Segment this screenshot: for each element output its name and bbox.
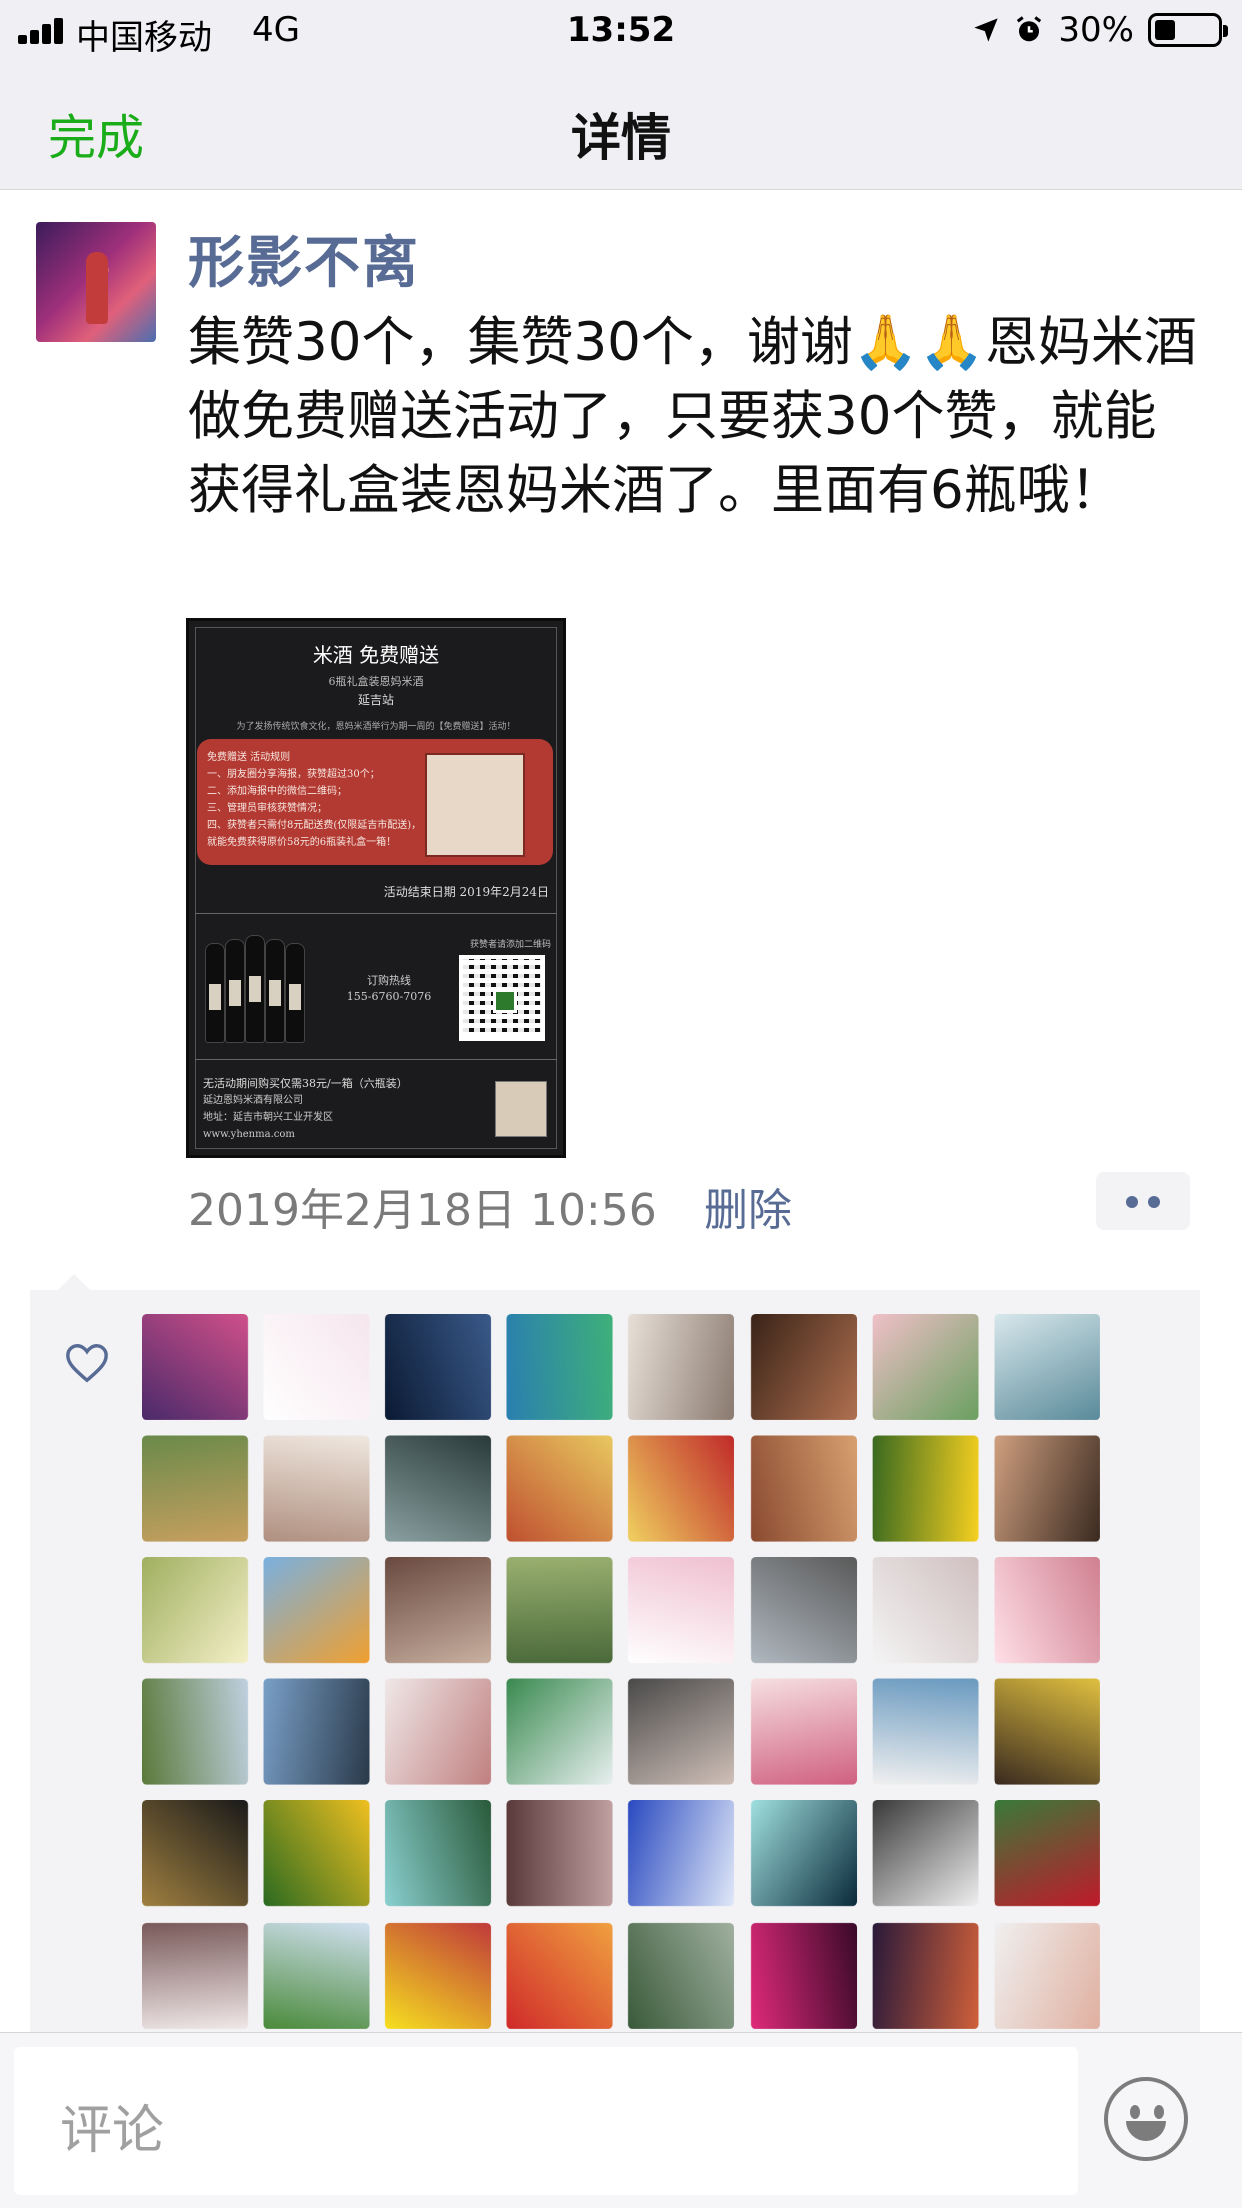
liker-avatar[interactable] (872, 1800, 978, 1907)
liker-avatar[interactable] (263, 1557, 370, 1664)
liker-avatar[interactable] (872, 1435, 978, 1542)
liker-avatar[interactable] (263, 1314, 370, 1420)
liker-avatar[interactable] (628, 1314, 735, 1420)
liker-avatar[interactable] (507, 1314, 613, 1420)
liker-avatar[interactable] (628, 1679, 735, 1785)
poster-rules-panel: 免费赠送 活动规则 一、朋友圈分享海报，获赞超过30个； 二、添加海报中的微信二… (197, 739, 553, 865)
liker-avatar[interactable] (750, 1800, 857, 1907)
liker-avatar[interactable] (263, 1800, 370, 1907)
liker-avatar[interactable] (750, 1557, 857, 1664)
liker-avatar[interactable] (142, 1800, 248, 1907)
liker-avatar[interactable] (142, 1922, 248, 2029)
liker-avatar[interactable] (993, 1314, 1100, 1420)
liker-avatar[interactable] (263, 1435, 370, 1542)
liker-avatar[interactable] (628, 1435, 735, 1542)
liker-avatar[interactable] (507, 1435, 613, 1542)
liker-avatar[interactable] (628, 1922, 735, 2029)
battery-percent: 30% (1058, 10, 1134, 50)
liker-avatar[interactable] (872, 1557, 978, 1664)
poster-hotline: 订购热线 155-6760-7076 (346, 974, 432, 1003)
qr-code (459, 955, 545, 1041)
liker-avatar[interactable] (385, 1679, 492, 1785)
poster-qr-label: 获赞者请添加二维码 (469, 940, 551, 950)
bottles-image (205, 933, 315, 1043)
page-title: 详情 (571, 109, 671, 167)
poster-footer: 无活动期间购买仅需38元/一箱（六瓶装） 延边恩妈米酒有限公司 地址：延吉市朝兴… (203, 1077, 408, 1140)
alarm-icon (1017, 16, 1042, 42)
liker-avatar[interactable] (750, 1314, 857, 1420)
author-name[interactable]: 形影不离 (188, 218, 420, 299)
liker-avatar[interactable] (993, 1557, 1100, 1664)
post-image[interactable]: 米酒 免费赠送 6瓶礼盒装恩妈米酒 延吉站 为了发扬传统饮食文化，恩妈米酒举行为… (186, 618, 566, 1158)
liker-avatar[interactable] (750, 1435, 857, 1542)
liker-avatar[interactable] (385, 1557, 492, 1664)
liker-avatar[interactable] (385, 1314, 492, 1420)
liker-avatar[interactable] (507, 1800, 613, 1907)
liker-avatar[interactable] (750, 1922, 857, 2029)
likes-panel (30, 1274, 1200, 2032)
liker-avatar[interactable] (142, 1557, 248, 1664)
comment-input[interactable]: 评论 (14, 2047, 1078, 2195)
liker-avatar[interactable] (263, 1922, 370, 2029)
liker-avatar[interactable] (507, 1557, 613, 1664)
poster-location: 延吉站 (357, 693, 394, 707)
liker-avatar[interactable] (993, 1922, 1100, 2029)
status-right: 30% (972, 10, 1228, 50)
liker-avatar[interactable] (507, 1922, 613, 2029)
heart-icon (66, 1344, 108, 1383)
post-timestamp: 2019年2月18日 10:56 (188, 1185, 657, 1236)
author-avatar[interactable] (36, 222, 156, 342)
liker-avatar[interactable] (628, 1800, 735, 1907)
location-arrow-icon (974, 18, 999, 42)
battery-icon (1148, 13, 1228, 47)
poster-subtitle: 6瓶礼盒装恩妈米酒 (328, 675, 424, 688)
liker-avatar[interactable] (142, 1435, 248, 1542)
poster-title: 米酒 免费赠送 (312, 643, 440, 667)
gift-box-image (425, 753, 525, 857)
liker-avatar[interactable] (142, 1679, 248, 1785)
liker-avatar[interactable] (993, 1435, 1100, 1542)
post-text: 集赞30个，集赞30个，谢谢🙏🙏恩妈米酒做免费赠送活动了，只要获30个赞，就能获… (188, 312, 1197, 521)
more-actions-button[interactable] (1096, 1172, 1190, 1230)
liker-avatar[interactable] (993, 1800, 1100, 1907)
liker-avatar[interactable] (750, 1679, 857, 1785)
liker-avatar[interactable] (385, 1922, 492, 2029)
gift-box-small-image (495, 1081, 547, 1137)
liker-avatar[interactable] (872, 1922, 978, 2029)
emoji-icon[interactable] (1104, 2077, 1188, 2161)
liker-avatar[interactable] (872, 1679, 978, 1785)
top-bar: 中国移动 4G 13:52 30% 完成 详情 (0, 0, 1242, 190)
liker-avatar[interactable] (385, 1435, 492, 1542)
delete-link[interactable]: 删除 (704, 1174, 792, 1238)
liker-avatar[interactable] (507, 1679, 613, 1785)
liker-avatar[interactable] (628, 1557, 735, 1664)
poster-intro: 为了发扬传统饮食文化，恩妈米酒举行为期一周的【免费赠送】活动！ (236, 722, 516, 732)
status-bar: 中国移动 4G 13:52 30% (0, 0, 1242, 62)
liker-avatar[interactable] (385, 1800, 492, 1907)
poster-rules: 免费赠送 活动规则 一、朋友圈分享海报，获赞超过30个； 二、添加海报中的微信二… (207, 752, 422, 848)
poster-end-date: 活动结束日期 2019年2月24日 (383, 885, 549, 899)
liker-avatar[interactable] (142, 1314, 248, 1420)
liker-avatar[interactable] (263, 1679, 370, 1785)
liker-avatar[interactable] (993, 1679, 1100, 1785)
liker-avatar[interactable] (872, 1314, 978, 1420)
comment-bar: 评论 (0, 2032, 1242, 2208)
